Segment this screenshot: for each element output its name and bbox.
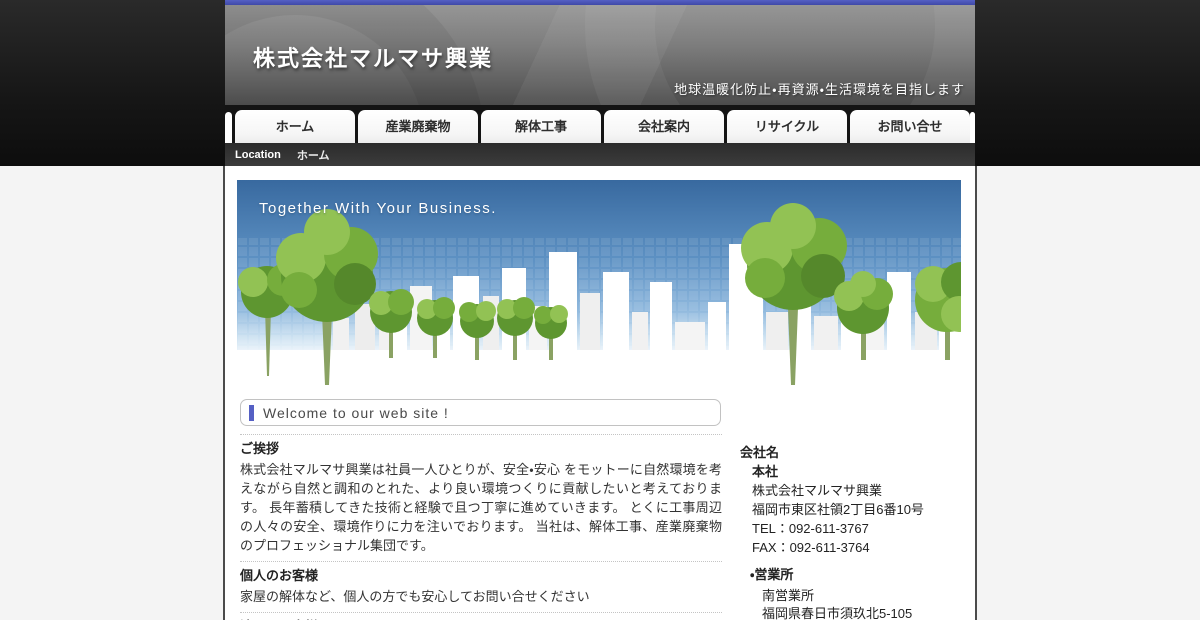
- breadcrumb-home[interactable]: ホーム: [297, 147, 330, 163]
- dotted-divider: [240, 612, 722, 613]
- welcome-accent-bar: [249, 405, 254, 421]
- main-content: Together With Your Business. Welcome to …: [225, 166, 975, 620]
- section-body-greeting: 株式会社マルマサ興業は社員一人ひとりが、安全・安心 をモットーに自然環境を考えな…: [240, 460, 722, 555]
- nav-tab-industrial-waste[interactable]: 産業廃棄物: [358, 110, 478, 143]
- nav-tab-recycle[interactable]: リサイクル: [727, 110, 847, 143]
- site-header: 株式会社マルマサ興業 地球温暖化防止・再資源・生活環境を目指します: [225, 5, 975, 105]
- nav-tab-list: ホーム 産業廃棄物 解体工事 会社案内 リサイクル お問い合せ: [235, 110, 970, 143]
- hero-image: Together With Your Business.: [237, 180, 961, 385]
- nav-tab-company-info[interactable]: 会社案内: [604, 110, 724, 143]
- section-heading-greeting: ご挨拶: [240, 441, 722, 457]
- site-container: 株式会社マルマサ興業 地球温暖化防止・再資源・生活環境を目指します ホーム 産業…: [225, 0, 975, 620]
- company-info-sidebar: 会社名 本社 株式会社マルマサ興業 福岡市東区社領2丁目6番10号 TEL：09…: [740, 443, 972, 620]
- head-office-name: 株式会社マルマサ興業: [752, 481, 972, 500]
- tab-strip-left-cap: [225, 112, 232, 143]
- dotted-divider: [240, 561, 722, 562]
- head-office-tel: TEL：092-611-3767: [752, 519, 972, 538]
- location-label: Location: [235, 149, 281, 161]
- site-title[interactable]: 株式会社マルマサ興業: [253, 41, 493, 73]
- tab-strip-right-cap: [970, 112, 975, 143]
- nav-tab-demolition[interactable]: 解体工事: [481, 110, 601, 143]
- nav-tab-contact[interactable]: お問い合せ: [850, 110, 970, 143]
- branch-name: 南営業所: [762, 587, 972, 605]
- sidebar-company-heading: 会社名: [740, 443, 972, 462]
- head-office-address: 福岡市東区社領2丁目6番10号: [752, 500, 972, 519]
- welcome-banner: Welcome to our web site !: [240, 399, 721, 426]
- head-office-label: 本社: [752, 462, 972, 481]
- branch-heading: ・営業所: [750, 565, 972, 584]
- branch-block: 南営業所 福岡県春日市須玖北5-105: [762, 587, 972, 620]
- branch-address: 福岡県春日市須玖北5-105: [762, 605, 972, 620]
- page-background: 株式会社マルマサ興業 地球温暖化防止・再資源・生活環境を目指します ホーム 産業…: [0, 0, 1200, 620]
- section-heading-individual: 個人のお客様: [240, 568, 722, 584]
- hero-slogan: Together With Your Business.: [259, 200, 497, 217]
- head-office-block: 本社 株式会社マルマサ興業 福岡市東区社領2丁目6番10号 TEL：092-61…: [752, 462, 972, 557]
- nav-tab-home[interactable]: ホーム: [235, 110, 355, 143]
- main-navigation: ホーム 産業廃棄物 解体工事 会社案内 リサイクル お問い合せ: [225, 105, 975, 143]
- head-office-fax: FAX：092-611-3764: [752, 538, 972, 557]
- content-column: ご挨拶 株式会社マルマサ興業は社員一人ひとりが、安全・安心 をモットーに自然環境…: [240, 434, 722, 620]
- section-body-individual: 家屋の解体など、個人の方でも安心してお問い合せください: [240, 587, 722, 606]
- location-bar: Location ホーム: [225, 143, 975, 166]
- site-tagline: 地球温暖化防止・再資源・生活環境を目指します: [674, 79, 965, 98]
- dotted-divider: [240, 434, 722, 435]
- welcome-message: Welcome to our web site !: [263, 405, 449, 421]
